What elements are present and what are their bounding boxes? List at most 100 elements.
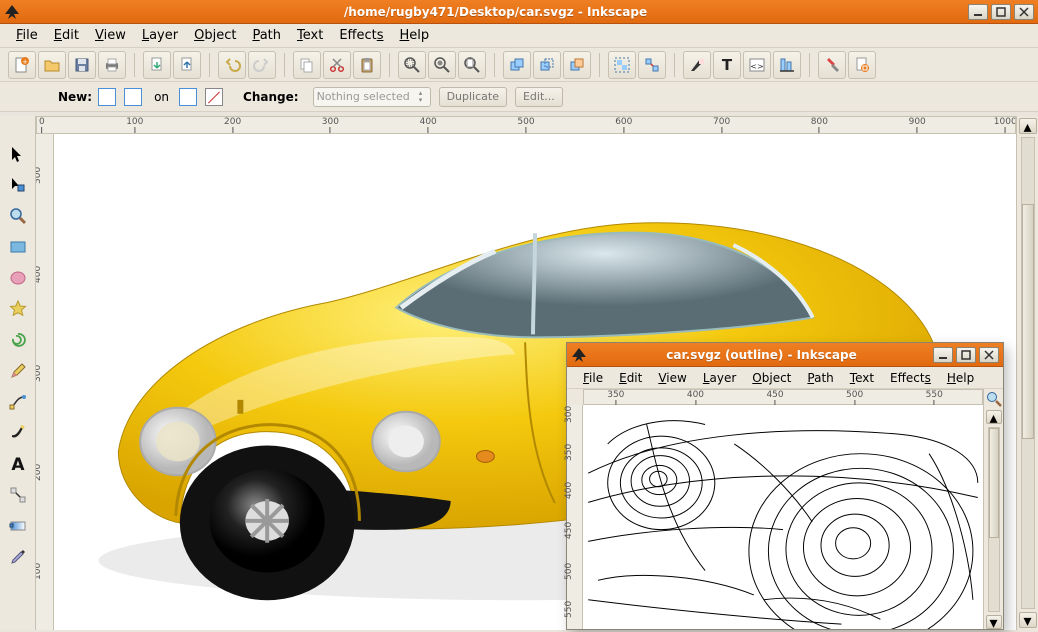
vertical-ruler: 500 400 300 200 100 [36, 134, 54, 630]
tool-controls-bar: New: on Change: Nothing selected ▴▾ Dupl… [0, 82, 1038, 112]
menu-edit[interactable]: Edit [48, 26, 85, 45]
menu-view[interactable]: View [89, 26, 132, 45]
menu-effects[interactable]: Effects [333, 26, 389, 45]
zoom-fit-page-button[interactable] [458, 51, 486, 79]
menu-path[interactable]: Path [246, 26, 287, 45]
unlink-clone-button[interactable] [563, 51, 591, 79]
outline-drawing [583, 405, 983, 629]
outline-canvas[interactable] [583, 405, 983, 629]
zoom-icon[interactable] [986, 391, 1002, 407]
save-document-button[interactable] [68, 51, 96, 79]
outline-maximize-button[interactable] [956, 347, 976, 363]
text-tool[interactable]: A [4, 450, 32, 478]
change-label: Change: [243, 90, 299, 104]
copy-button[interactable] [293, 51, 321, 79]
ellipse-tool[interactable] [4, 264, 32, 292]
new-swatch-1[interactable] [98, 88, 116, 106]
align-distribute-button[interactable] [773, 51, 801, 79]
minimize-button[interactable] [968, 4, 988, 20]
outline-menu-file[interactable]: File [577, 369, 609, 387]
bezier-tool[interactable] [4, 388, 32, 416]
main-window-title: /home/rugby471/Desktop/car.svgz - Inksca… [26, 5, 965, 19]
new-label: New: [58, 90, 92, 104]
node-tool[interactable] [4, 171, 32, 199]
menu-file[interactable]: File [10, 26, 44, 45]
outline-scroll-thumb[interactable] [989, 428, 999, 538]
group-button[interactable] [608, 51, 636, 79]
close-button[interactable] [1014, 4, 1034, 20]
zoom-fit-selection-button[interactable] [398, 51, 426, 79]
spiral-tool[interactable] [4, 326, 32, 354]
outline-menu-view[interactable]: View [652, 369, 692, 387]
scroll-down-button[interactable]: ▾ [1019, 612, 1037, 628]
svg-text:+: + [22, 58, 28, 66]
on-swatch-2[interactable] [205, 88, 223, 106]
outline-menu-path[interactable]: Path [801, 369, 839, 387]
fill-stroke-button[interactable] [683, 51, 711, 79]
scroll-track[interactable] [1021, 137, 1035, 609]
main-menubar: File Edit View Layer Object Path Text Ef… [0, 24, 1038, 48]
outline-menu-layer[interactable]: Layer [697, 369, 742, 387]
outline-menu-object[interactable]: Object [746, 369, 797, 387]
on-swatch-1[interactable] [179, 88, 197, 106]
connector-tool[interactable] [4, 481, 32, 509]
menu-layer[interactable]: Layer [136, 26, 184, 45]
maximize-button[interactable] [991, 4, 1011, 20]
import-button[interactable] [143, 51, 171, 79]
vertical-scrollbar[interactable]: ▴ ▾ [1016, 116, 1038, 630]
outline-menu-help[interactable]: Help [941, 369, 980, 387]
outline-scroll-track[interactable] [988, 427, 1000, 612]
gradient-tool[interactable] [4, 512, 32, 540]
outline-scroll-down-button[interactable]: ▾ [986, 615, 1002, 629]
on-label: on [154, 90, 169, 104]
export-button[interactable] [173, 51, 201, 79]
clone-button[interactable] [533, 51, 561, 79]
ungroup-button[interactable] [638, 51, 666, 79]
selection-dropdown-text: Nothing selected [317, 90, 410, 103]
outline-horizontal-ruler: 350 400 450 500 550 [583, 389, 983, 405]
paste-button[interactable] [353, 51, 381, 79]
inkscape-app-icon [4, 4, 20, 20]
outline-close-button[interactable] [979, 347, 999, 363]
duplicate-button-tc[interactable]: Duplicate [439, 87, 507, 107]
new-document-button[interactable]: + [8, 51, 36, 79]
menu-object[interactable]: Object [188, 26, 242, 45]
open-document-button[interactable] [38, 51, 66, 79]
toolbar-separator [494, 53, 495, 77]
outline-scroll-up-button[interactable]: ▴ [986, 410, 1002, 424]
new-swatch-2[interactable] [124, 88, 142, 106]
print-button[interactable] [98, 51, 126, 79]
selector-tool[interactable] [4, 140, 32, 168]
outline-vertical-scrollbar[interactable]: ▴ ▾ [983, 389, 1003, 629]
scroll-up-button[interactable]: ▴ [1019, 118, 1037, 134]
dropper-tool[interactable] [4, 543, 32, 571]
cut-button[interactable] [323, 51, 351, 79]
pencil-tool[interactable] [4, 357, 32, 385]
redo-button[interactable] [248, 51, 276, 79]
toolbar-separator [389, 53, 390, 77]
horizontal-ruler: 0 100 200 300 400 500 600 700 800 900 10… [36, 116, 1016, 134]
selection-dropdown[interactable]: Nothing selected ▴▾ [313, 87, 431, 107]
scroll-thumb[interactable] [1022, 204, 1034, 439]
toolbar-separator [134, 53, 135, 77]
document-properties-button[interactable] [848, 51, 876, 79]
toolbar-separator [809, 53, 810, 77]
rectangle-tool[interactable] [4, 233, 32, 261]
outline-menu-effects[interactable]: Effects [884, 369, 937, 387]
zoom-fit-drawing-button[interactable] [428, 51, 456, 79]
outline-minimize-button[interactable] [933, 347, 953, 363]
text-dialog-button[interactable]: T [713, 51, 741, 79]
edit-button-tc[interactable]: Edit... [515, 87, 563, 107]
toolbar-separator [599, 53, 600, 77]
menu-help[interactable]: Help [394, 26, 436, 45]
calligraphy-tool[interactable] [4, 419, 32, 447]
undo-button[interactable] [218, 51, 246, 79]
xml-editor-button[interactable]: <> [743, 51, 771, 79]
star-tool[interactable] [4, 295, 32, 323]
zoom-tool[interactable] [4, 202, 32, 230]
outline-menu-text[interactable]: Text [844, 369, 880, 387]
duplicate-button[interactable] [503, 51, 531, 79]
menu-text[interactable]: Text [291, 26, 329, 45]
preferences-button[interactable] [818, 51, 846, 79]
outline-menu-edit[interactable]: Edit [613, 369, 648, 387]
